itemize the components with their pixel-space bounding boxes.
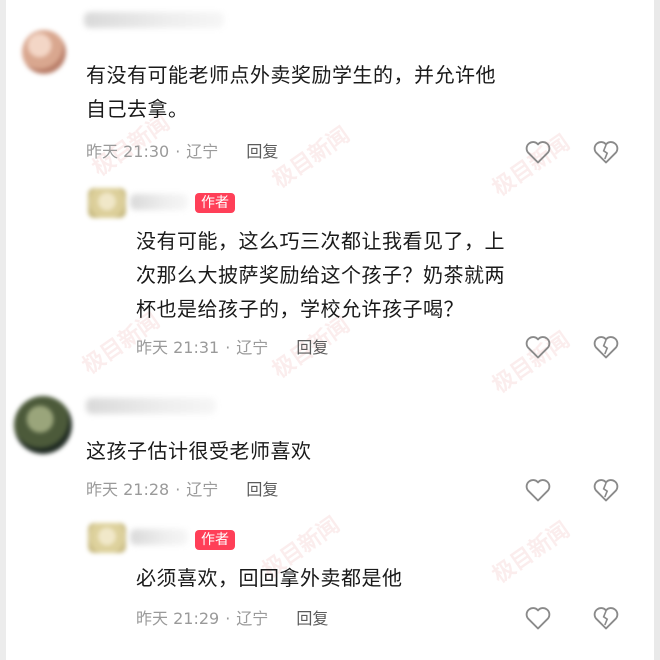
comment-line: 必须喜欢，回回拿外卖都是他 — [136, 566, 403, 590]
comment-location: 辽宁 — [236, 338, 269, 357]
comment-location: 辽宁 — [186, 480, 219, 499]
reply-button[interactable]: 回复 — [296, 337, 328, 359]
broken-heart-icon[interactable] — [592, 334, 620, 360]
reply-button[interactable]: 回复 — [246, 141, 278, 163]
heart-outline-icon[interactable] — [524, 334, 552, 360]
watermark: 极目新闻 — [488, 517, 575, 589]
avatar[interactable] — [14, 396, 72, 454]
author-badge: 作者 — [195, 193, 235, 213]
comment-meta: 昨天 21:31 · 辽宁 回复 — [136, 337, 328, 359]
comment-meta: 昨天 21:30 · 辽宁 回复 — [86, 141, 278, 163]
comment-line: 没有可能，这么巧三次都让我看见了，上 — [136, 229, 505, 253]
heart-outline-icon[interactable] — [524, 477, 552, 503]
comment-line: 次那么大披萨奖励给这个孩子？奶茶就两 — [136, 263, 505, 287]
reply-button[interactable]: 回复 — [246, 479, 278, 501]
username-blurred[interactable] — [86, 398, 216, 414]
comment-line: 杯也是给孩子的，学校允许孩子喝？ — [136, 297, 464, 321]
comment-text: 这孩子估计很受老师喜欢 — [86, 434, 312, 468]
username-blurred[interactable] — [84, 12, 224, 28]
comment-time: 昨天 21:31 — [136, 338, 220, 357]
comment-time: 昨天 21:30 — [86, 142, 170, 161]
author-badge: 作者 — [195, 530, 235, 550]
comment-line: 有没有可能老师点外卖奖励学生的，并允许他 — [86, 63, 496, 87]
comment-text: 没有可能，这么巧三次都让我看见了，上 次那么大披萨奖励给这个孩子？奶茶就两 杯也… — [136, 224, 505, 326]
avatar[interactable] — [88, 523, 126, 553]
comment-meta: 昨天 21:28 · 辽宁 回复 — [86, 479, 278, 501]
meta-separator: · — [175, 480, 181, 499]
comment-location: 辽宁 — [236, 609, 269, 628]
broken-heart-icon[interactable] — [592, 477, 620, 503]
heart-outline-icon[interactable] — [524, 139, 552, 165]
comment-line: 自己去拿。 — [86, 97, 189, 121]
broken-heart-icon[interactable] — [592, 139, 620, 165]
comment-location: 辽宁 — [186, 142, 219, 161]
avatar[interactable] — [88, 188, 126, 218]
watermark: 极目新闻 — [268, 122, 355, 194]
username-blurred[interactable] — [130, 194, 188, 210]
comment-list: 极目新闻 极目新闻 极目新闻 极目新闻 极目新闻 极目新闻 极目新闻 极目新闻 … — [0, 0, 660, 660]
username-blurred[interactable] — [130, 529, 188, 545]
heart-outline-icon[interactable] — [524, 605, 552, 631]
broken-heart-icon[interactable] — [592, 605, 620, 631]
comment-meta: 昨天 21:29 · 辽宁 回复 — [136, 608, 328, 630]
avatar[interactable] — [22, 30, 66, 74]
meta-separator: · — [175, 142, 181, 161]
meta-separator: · — [225, 609, 231, 628]
comment-line: 这孩子估计很受老师喜欢 — [86, 439, 312, 463]
comment-text: 必须喜欢，回回拿外卖都是他 — [136, 561, 403, 595]
comment-time: 昨天 21:28 — [86, 480, 170, 499]
reply-button[interactable]: 回复 — [296, 608, 328, 630]
comment-time: 昨天 21:29 — [136, 609, 220, 628]
comment-text: 有没有可能老师点外卖奖励学生的，并允许他 自己去拿。 — [86, 58, 496, 126]
meta-separator: · — [225, 338, 231, 357]
